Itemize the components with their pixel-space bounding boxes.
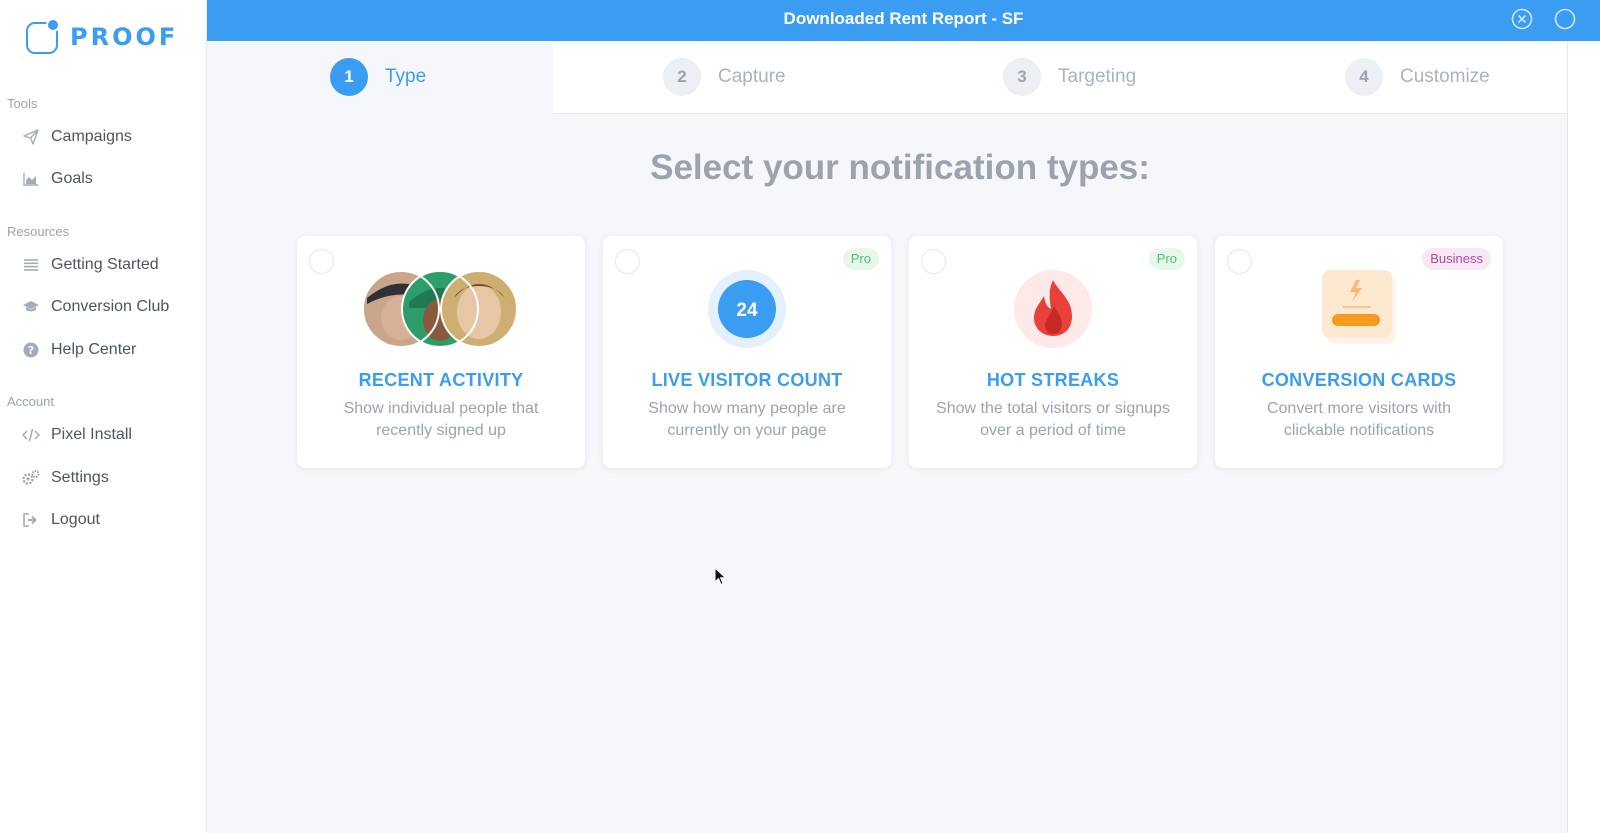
card-title: CONVERSION CARDS (1261, 370, 1457, 390)
step-type[interactable]: 1 Type (330, 58, 426, 96)
list-icon (22, 256, 40, 274)
sidebar-item-label: Campaigns (51, 128, 132, 145)
sidebar-item-label: Pixel Install (51, 426, 132, 443)
paper-plane-icon (22, 128, 40, 146)
page-title: Select your notification types: (650, 148, 1150, 187)
step-customize[interactable]: 4 Customize (1345, 58, 1490, 96)
sidebar-item-label: Conversion Club (51, 298, 170, 315)
close-icon-partial[interactable] (1554, 8, 1576, 30)
title-bar: Downloaded Rent Report - SF (207, 0, 1600, 41)
card-title: HOT STREAKS (986, 370, 1120, 390)
mouse-cursor-icon (714, 566, 728, 587)
card-description: Show individual people that recently sig… (343, 400, 539, 439)
cards-icon (1215, 268, 1503, 350)
step-capture[interactable]: 2 Capture (663, 58, 786, 96)
graduation-cap-icon (22, 298, 40, 316)
step-number: 1 (330, 58, 368, 96)
card-description: Show how many people are currently on yo… (648, 400, 846, 439)
plan-badge-pro: Pro (1148, 248, 1185, 270)
close-icon[interactable] (1511, 8, 1533, 30)
sidebar-item-settings[interactable]: Settings (22, 469, 109, 487)
step-number: 2 (663, 58, 701, 96)
step-label: Type (385, 66, 427, 87)
proof-logo[interactable]: PROOF (26, 18, 178, 56)
sidebar-item-campaigns[interactable]: Campaigns (22, 128, 132, 146)
card-title: RECENT ACTIVITY (358, 370, 524, 390)
visitor-counter: 24 (736, 300, 758, 321)
question-circle-icon: ? (22, 341, 40, 359)
step-label: Customize (1400, 66, 1490, 87)
wizard-stepper: 1 Type 2 Capture 3 Targeting 4 Customize (207, 41, 1567, 114)
cogs-icon (22, 469, 40, 487)
window-title: Downloaded Rent Report - SF (783, 9, 1024, 28)
sign-out-icon (22, 511, 40, 529)
brand-name: PROOF (70, 23, 179, 51)
section-label-account: Account (7, 394, 54, 409)
sidebar-item-label: Goals (51, 170, 93, 187)
sidebar-item-label: Getting Started (51, 256, 159, 273)
plan-badge-pro: Pro (842, 248, 879, 270)
sidebar-item-conversion-club[interactable]: Conversion Club (22, 298, 169, 316)
step-number: 4 (1345, 58, 1383, 96)
card-hot-streaks[interactable]: Pro HOT STREAKS Show the total visitors … (909, 236, 1197, 468)
visitor-count-icon: 24 (603, 268, 891, 350)
card-title: LIVE VISITOR COUNT (651, 370, 843, 390)
section-label-tools: Tools (7, 96, 38, 111)
step-targeting[interactable]: 3 Targeting (1003, 58, 1136, 96)
sidebar-item-label: Help Center (51, 341, 137, 358)
step-label: Targeting (1058, 66, 1137, 87)
sidebar-item-label: Settings (51, 469, 109, 486)
card-conversion-cards[interactable]: Business CONVERSION CARDS Convert more v… (1215, 236, 1503, 468)
sidebar-item-label: Logout (51, 511, 100, 528)
step-label: Capture (718, 66, 786, 87)
area-chart-icon (22, 170, 40, 188)
card-live-visitor-count[interactable]: Pro 24 LIVE VISITOR COUNT Show how many … (603, 236, 891, 468)
svg-text:?: ? (28, 344, 34, 357)
section-label-resources: Resources (7, 224, 70, 239)
step-number: 3 (1003, 58, 1041, 96)
sidebar-item-logout[interactable]: Logout (22, 511, 100, 529)
avatar-group-icon (297, 268, 585, 350)
code-icon (22, 426, 40, 444)
card-description: Show the total visitors or signups over … (936, 400, 1170, 439)
sidebar: PROOF Tools Campaigns Goals Resources Ge… (0, 0, 207, 833)
sidebar-item-pixel-install[interactable]: Pixel Install (22, 426, 132, 444)
plan-badge-business: Business (1422, 248, 1491, 270)
flame-icon (909, 268, 1197, 350)
card-description: Convert more visitors with clickable not… (1266, 400, 1452, 439)
sidebar-item-getting-started[interactable]: Getting Started (22, 256, 159, 274)
proof-logo-icon (26, 18, 62, 56)
sidebar-item-help-center[interactable]: ? Help Center (22, 341, 136, 359)
sidebar-item-goals[interactable]: Goals (22, 170, 93, 188)
card-recent-activity[interactable]: RECENT ACTIVITY Show individual people t… (297, 236, 585, 468)
